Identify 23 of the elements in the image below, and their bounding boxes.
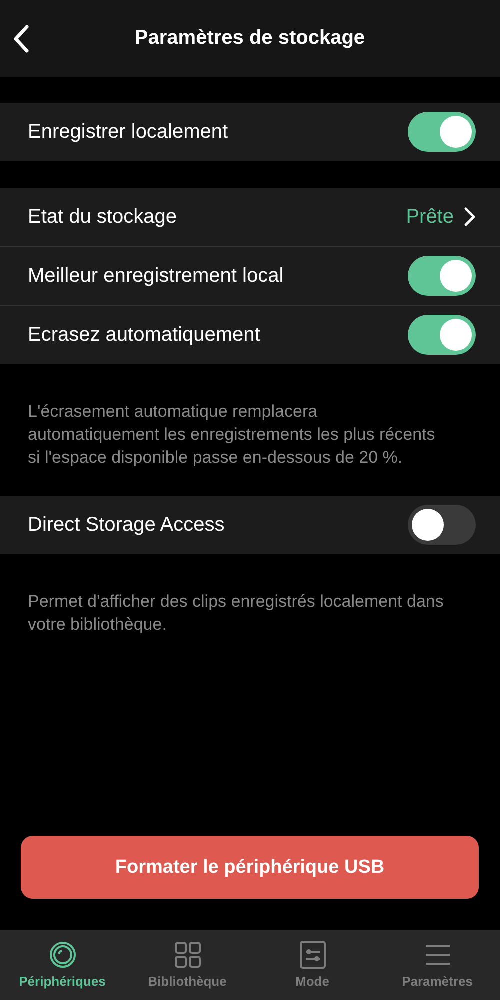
- tab[interactable]: Périphériques: [0, 930, 125, 1000]
- chevron-right-icon: [464, 207, 476, 227]
- setting-label: Meilleur enregistrement local: [28, 264, 284, 288]
- camera-lens-icon: [48, 940, 78, 970]
- tab[interactable]: Bibliothèque: [125, 930, 250, 1000]
- sliders-icon: [298, 940, 328, 970]
- tab[interactable]: Paramètres: [375, 930, 500, 1000]
- setting-label: Enregistrer localement: [28, 120, 228, 144]
- format-button[interactable]: Formater le périphérique USB: [21, 836, 479, 899]
- help-text: L'écrasement automatique remplacera automatiquement les enregistrements les plus récents si l'espace disponible passe en-dessous de 20 %.: [28, 401, 436, 469]
- back-icon: [12, 24, 30, 54]
- setting-label: Etat du stockage: [28, 206, 177, 228]
- toggle-switch[interactable]: [408, 256, 476, 296]
- status-link[interactable]: Prête: [406, 206, 476, 228]
- toggle-switch[interactable]: [408, 112, 476, 152]
- tab[interactable]: Mode: [250, 930, 375, 1000]
- setting-label: Direct Storage Access: [28, 514, 225, 536]
- grid-icon: [172, 940, 202, 970]
- toggle-switch[interactable]: [408, 315, 476, 355]
- toggle-switch[interactable]: [408, 505, 476, 545]
- help-text: Permet d'afficher des clips enregistrés localement dans votre bibliothèque.: [28, 591, 444, 636]
- window-title: Paramètres de stockage: [134, 27, 366, 50]
- setting-label: Ecrasez automatiquement: [28, 324, 260, 346]
